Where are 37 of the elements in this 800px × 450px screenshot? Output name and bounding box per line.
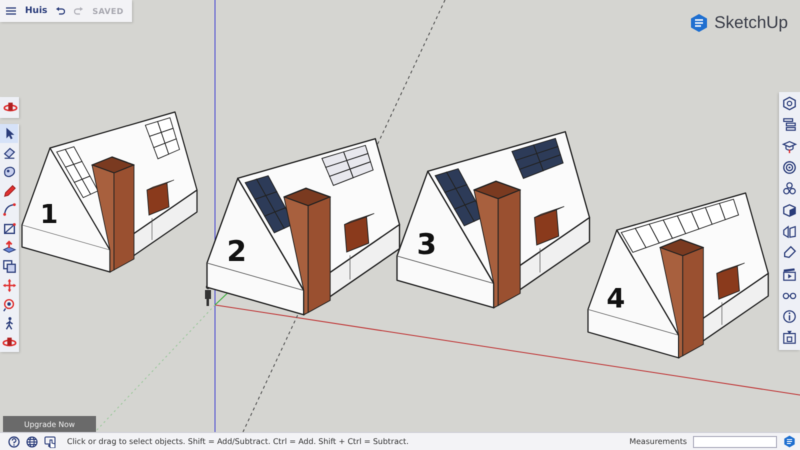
tape-tool-icon <box>2 297 17 312</box>
house-number: 3 <box>416 226 437 261</box>
brand-name: SketchUp <box>714 13 788 33</box>
eraser-tool-icon <box>2 145 17 160</box>
offset-tool-icon <box>2 259 17 274</box>
measurements-field[interactable] <box>693 436 777 448</box>
entity-icon <box>782 96 797 112</box>
save-status: SAVED <box>92 6 124 16</box>
pushpull-tool-icon <box>2 240 17 255</box>
tags-icon <box>782 245 797 260</box>
outliner-icon <box>782 117 797 132</box>
sketchup-logo-icon[interactable] <box>783 435 796 448</box>
globe-icon[interactable] <box>26 436 38 448</box>
scenes-icon <box>782 224 797 239</box>
animation-icon <box>782 266 797 282</box>
styles-icon <box>782 202 797 218</box>
house-number: 2 <box>226 234 247 268</box>
info-icon <box>782 309 797 324</box>
document-title[interactable]: Huis <box>25 6 48 16</box>
rectangle-tool-icon <box>2 221 17 236</box>
tool-button[interactable] <box>0 257 18 276</box>
house-number: 1 <box>40 200 58 230</box>
move-tool-icon <box>2 278 17 293</box>
paint-tool-icon <box>2 164 17 179</box>
arc-tool-icon <box>2 202 17 217</box>
sketchup-logo-icon <box>689 13 710 33</box>
tool-button[interactable] <box>0 124 18 143</box>
pointer-hand-icon[interactable] <box>44 436 57 448</box>
pencil-tool-icon <box>2 183 17 198</box>
materials-icon <box>782 160 797 176</box>
help-icon[interactable] <box>8 436 20 448</box>
components-icon <box>782 181 797 196</box>
instructor-icon <box>782 138 797 154</box>
menu-icon[interactable] <box>6 7 16 15</box>
house-number: 4 <box>606 283 626 314</box>
undo-icon[interactable] <box>56 6 66 16</box>
solar-icon <box>782 330 797 346</box>
